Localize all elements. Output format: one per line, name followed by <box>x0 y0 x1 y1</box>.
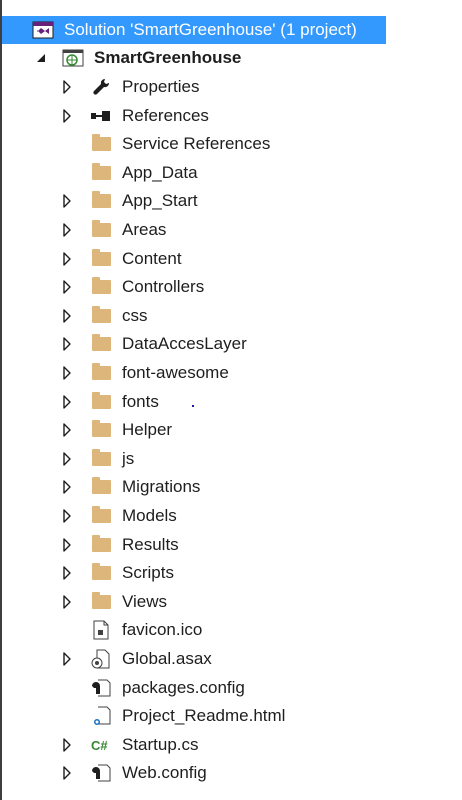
tree-item-label: Service References <box>122 134 271 154</box>
folder-icon <box>90 162 112 183</box>
references-icon <box>90 106 112 126</box>
folder-icon <box>90 363 112 383</box>
tree-item-label: js <box>122 448 135 468</box>
tree-item-label: Startup.cs <box>122 734 199 754</box>
expand-arrow-icon[interactable] <box>60 566 74 580</box>
expand-arrow-icon[interactable] <box>60 108 74 123</box>
tree-item-label: Controllers <box>122 277 205 297</box>
solution-label: Solution 'SmartGreenhouse' (1 project) <box>64 20 357 39</box>
folder-icon <box>90 506 112 526</box>
folder-icon <box>90 220 112 240</box>
web-project-icon <box>62 48 84 68</box>
tree-item-label: App_Data <box>122 162 198 182</box>
tree-item-label: Helper <box>122 420 173 440</box>
folder-icon <box>90 448 112 469</box>
folder-icon <box>90 391 112 412</box>
expand-arrow-icon[interactable] <box>60 423 74 437</box>
tree-item-label: css <box>122 305 148 325</box>
expand-arrow-icon[interactable] <box>60 223 74 237</box>
folder-icon <box>90 591 112 612</box>
folder-icon <box>90 277 112 297</box>
html-file-icon <box>90 706 112 726</box>
project-label: SmartGreenhouse <box>94 48 242 67</box>
folder-icon <box>90 534 112 555</box>
tree-item-label: Web.config <box>122 763 207 783</box>
image-file-icon <box>90 620 112 640</box>
config-file-icon <box>90 678 112 698</box>
expand-arrow-icon[interactable] <box>60 480 74 495</box>
tree-item-label: Areas <box>122 220 167 239</box>
expand-arrow-icon[interactable] <box>60 337 74 352</box>
tree-item-label: font-awesome <box>122 363 229 382</box>
stray-dot <box>192 405 194 407</box>
wrench-icon <box>90 77 112 97</box>
expand-arrow-icon[interactable] <box>60 595 74 609</box>
expand-arrow-icon[interactable] <box>60 280 74 294</box>
expand-arrow-icon[interactable] <box>60 537 74 552</box>
expand-arrow-icon[interactable] <box>60 394 74 409</box>
expand-arrow-icon[interactable] <box>60 251 74 266</box>
expand-arrow-icon[interactable] <box>60 194 74 209</box>
expand-arrow-icon[interactable] <box>60 309 74 323</box>
expand-arrow-icon[interactable] <box>60 452 74 466</box>
solution-node[interactable]: Solution 'SmartGreenhouse' (1 project) <box>2 16 386 44</box>
folder-icon <box>90 248 112 269</box>
visual-studio-solution-icon <box>32 20 54 40</box>
tree-item-label: Global.asax <box>122 649 212 668</box>
expand-arrow-icon[interactable] <box>60 366 74 380</box>
tree-item-label: References <box>122 105 209 125</box>
folder-icon <box>90 134 112 154</box>
collapse-arrow-icon[interactable] <box>34 51 48 65</box>
tree-item-label: Results <box>122 534 179 554</box>
solution-explorer: Solution 'SmartGreenhouse' (1 project) S… <box>0 0 462 800</box>
tree-item-label: Scripts <box>122 563 174 583</box>
csharp-file-icon: C# <box>90 735 112 755</box>
expand-arrow-icon[interactable] <box>60 652 74 666</box>
tree-item-label: Project_Readme.html <box>122 706 286 726</box>
svg-text:C#: C# <box>91 738 108 753</box>
tree-item-label: fonts <box>122 391 159 411</box>
tree-item-label: Properties <box>122 77 200 96</box>
tree-item-label: DataAccesLayer <box>122 334 247 354</box>
global-asax-icon <box>90 649 112 669</box>
expand-arrow-icon[interactable] <box>60 738 74 752</box>
tree-item-label: Migrations <box>122 477 201 497</box>
tree-item-label: Models <box>122 506 177 525</box>
folder-icon <box>90 420 112 440</box>
tree-item-label: packages.config <box>122 677 245 697</box>
tree-item-label: App_Start <box>122 191 198 211</box>
folder-icon <box>90 191 112 211</box>
tree-item-label: Content <box>122 248 182 268</box>
tree-item-label: Views <box>122 591 168 611</box>
expand-arrow-icon[interactable] <box>60 80 74 94</box>
tree-item-label: favicon.ico <box>122 620 203 640</box>
folder-icon <box>90 563 112 583</box>
expand-arrow-icon[interactable] <box>60 509 74 523</box>
config-file-icon <box>90 763 112 783</box>
folder-icon <box>90 477 112 497</box>
folder-icon <box>90 334 112 354</box>
folder-icon <box>90 305 112 326</box>
expand-arrow-icon[interactable] <box>60 766 74 781</box>
